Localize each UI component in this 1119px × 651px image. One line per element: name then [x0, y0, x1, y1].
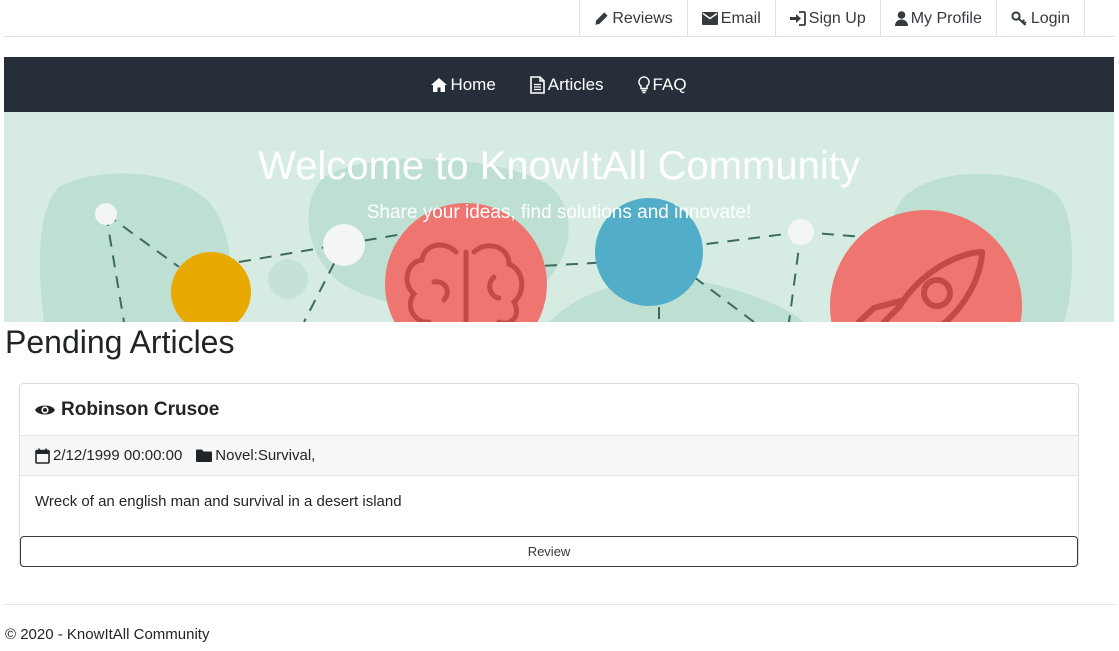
- top-nav: Reviews Email Sign Up My Profile Login: [4, 0, 1115, 37]
- hero-banner: Welcome to KnowItAll Community Share you…: [4, 112, 1114, 322]
- nav-email-label: Email: [720, 9, 761, 27]
- nav-faq-link[interactable]: FAQ: [637, 74, 687, 95]
- folder-icon: [196, 449, 213, 462]
- pencil-icon: [594, 11, 609, 26]
- nav-email-link[interactable]: Email: [686, 0, 775, 37]
- article-title: Robinson Crusoe: [35, 399, 219, 421]
- article-card: Robinson Crusoe 2/12/1999 00:00:00 Novel…: [19, 383, 1079, 567]
- article-category-text: Novel:Survival,: [215, 447, 316, 464]
- key-icon: [1011, 11, 1028, 26]
- article-meta: 2/12/1999 00:00:00 Novel:Survival,: [20, 435, 1078, 476]
- nav-signup-link[interactable]: Sign Up: [774, 0, 880, 37]
- article-category: Novel:Survival,: [196, 447, 315, 464]
- nav-login-label: Login: [1030, 9, 1070, 27]
- hero-title: Welcome to KnowItAll Community: [258, 144, 860, 188]
- hero-subtitle: Share your ideas, find solutions and inn…: [366, 202, 752, 223]
- nav-profile-label: My Profile: [910, 9, 982, 27]
- nav-faq-label: FAQ: [652, 74, 687, 94]
- nav-articles-link[interactable]: Articles: [529, 74, 604, 95]
- home-icon: [431, 77, 448, 92]
- nav-home-label: Home: [450, 74, 496, 94]
- nav-reviews-label: Reviews: [612, 9, 673, 27]
- calendar-icon: [35, 448, 50, 464]
- file-text-icon: [529, 75, 545, 94]
- nav-signup-label: Sign Up: [808, 9, 866, 27]
- footer-copyright: © 2020 - KnowItAll Community: [5, 626, 210, 643]
- sign-in-icon: [789, 11, 806, 26]
- article-description: Wreck of an english man and survival in …: [35, 493, 402, 510]
- nav-home-link[interactable]: Home: [431, 74, 496, 95]
- review-button[interactable]: Review: [20, 536, 1078, 567]
- nav-login-link[interactable]: Login: [995, 0, 1085, 37]
- article-title-text: Robinson Crusoe: [61, 399, 220, 420]
- nav-articles-label: Articles: [547, 74, 604, 94]
- user-icon: [894, 11, 908, 26]
- nav-reviews-link[interactable]: Reviews: [579, 0, 686, 37]
- lightbulb-icon: [637, 75, 650, 94]
- envelope-icon: [701, 12, 718, 25]
- page-title: Pending Articles: [5, 324, 235, 360]
- article-date: 2/12/1999 00:00:00: [35, 447, 182, 464]
- article-date-text: 2/12/1999 00:00:00: [53, 447, 183, 464]
- nav-profile-link[interactable]: My Profile: [879, 0, 996, 37]
- footer-divider: [4, 604, 1115, 605]
- top-nav-links: Reviews Email Sign Up My Profile Login: [579, 0, 1085, 37]
- main-navbar: Home Articles FAQ: [4, 57, 1114, 112]
- eye-icon: [35, 403, 55, 417]
